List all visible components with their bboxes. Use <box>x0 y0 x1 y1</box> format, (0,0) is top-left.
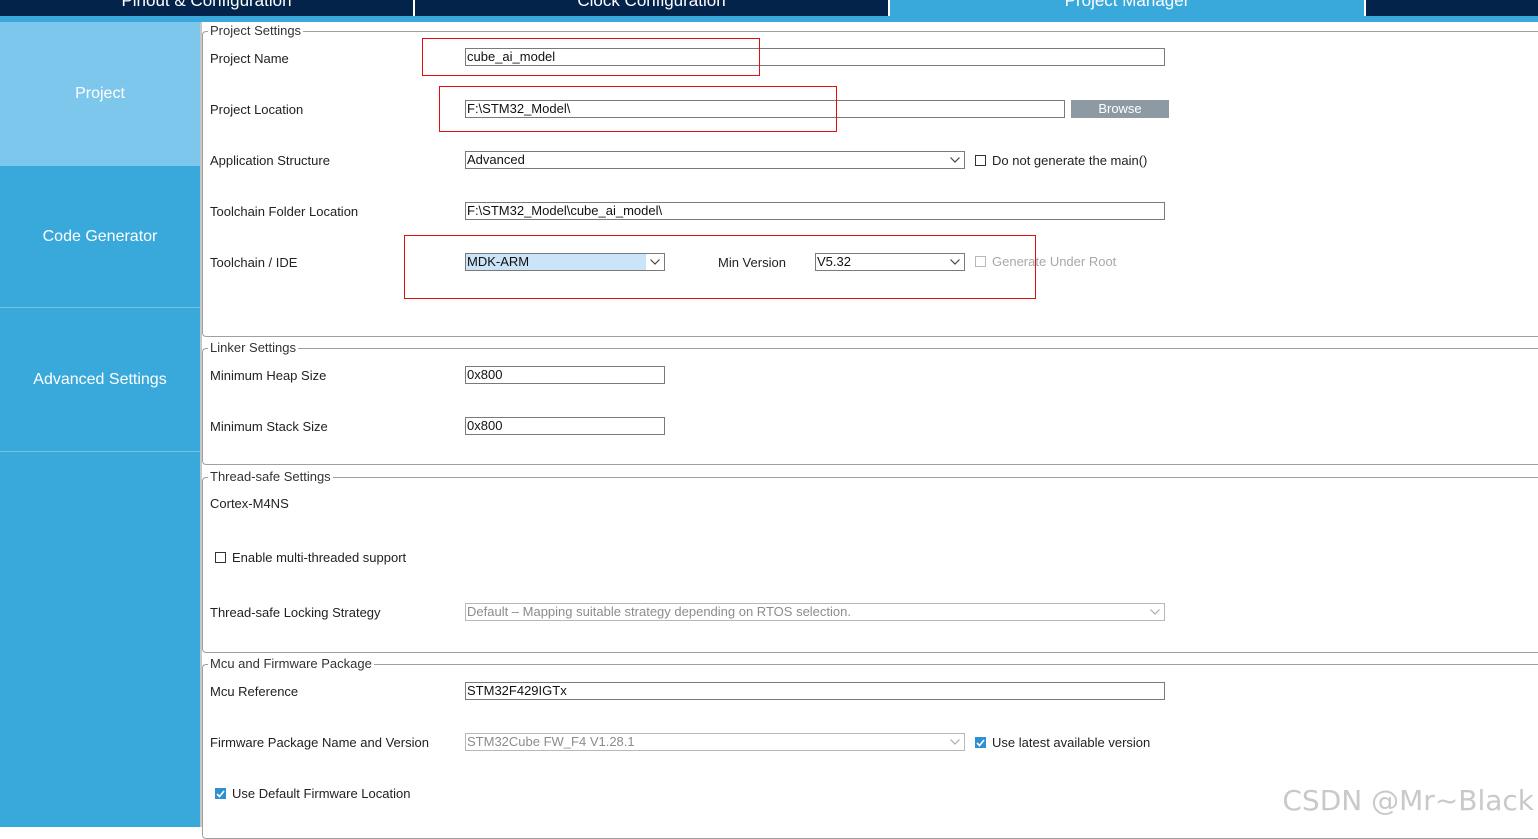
checkbox-label: Generate Under Root <box>992 254 1117 269</box>
locking-strategy-select[interactable]: Default – Mapping suitable strategy depe… <box>465 603 1165 621</box>
group-title: Mcu and Firmware Package <box>208 656 374 672</box>
sidebar-item-project[interactable]: Project <box>0 22 200 166</box>
application-structure-select[interactable]: Advanced <box>465 151 965 169</box>
sidebar-item-label: Advanced Settings <box>33 370 167 388</box>
mcu-reference-input[interactable]: STM32F429IGTx <box>465 682 1165 700</box>
group-title: Thread-safe Settings <box>208 469 333 485</box>
min-version-select[interactable]: V5.32 <box>815 253 965 271</box>
chevron-down-icon <box>646 254 664 270</box>
checkbox-label: Enable multi-threaded support <box>232 550 407 565</box>
chevron-down-icon <box>946 254 964 270</box>
use-latest-version-checkbox[interactable]: Use latest available version <box>975 735 1150 750</box>
no-main-checkbox[interactable]: Do not generate the main() <box>975 153 1147 168</box>
generate-under-root-checkbox[interactable]: Generate Under Root <box>975 254 1116 269</box>
sidebar-item-code-generator[interactable]: Code Generator <box>0 166 200 308</box>
group-title: Project Settings <box>208 23 304 39</box>
locking-strategy-label: Thread-safe Locking Strategy <box>210 605 381 620</box>
tab-underline <box>0 16 1538 22</box>
checkbox-box <box>975 256 986 267</box>
thread-safe-settings-group: Thread-safe Settings <box>202 469 1538 653</box>
application-structure-label: Application Structure <box>210 153 330 168</box>
mcu-reference-label: Mcu Reference <box>210 684 299 699</box>
select-value: Default – Mapping suitable strategy depe… <box>467 604 851 619</box>
checkmark-icon <box>976 738 985 747</box>
select-value: V5.32 <box>817 254 851 269</box>
heap-size-input[interactable]: 0x800 <box>465 366 665 384</box>
checkbox-label: Use Default Firmware Location <box>232 786 411 801</box>
use-default-firmware-location-checkbox[interactable]: Use Default Firmware Location <box>215 786 410 801</box>
checkbox-label: Do not generate the main() <box>992 153 1148 168</box>
firmware-package-select[interactable]: STM32Cube FW_F4 V1.28.1 <box>465 733 965 751</box>
tab-pinout-configuration[interactable]: Pinout & Configuration <box>0 0 413 16</box>
project-settings-group: Project Settings <box>202 23 1538 337</box>
project-name-label: Project Name <box>210 51 289 66</box>
firmware-package-label: Firmware Package Name and Version <box>210 735 429 750</box>
watermark: CSDN @Mr~Black <box>1282 784 1534 817</box>
tab-tools[interactable] <box>1366 0 1538 16</box>
project-location-input[interactable]: F:\STM32_Model\ <box>465 100 1065 118</box>
sidebar-item-advanced-settings[interactable]: Advanced Settings <box>0 308 200 452</box>
checkbox-box <box>215 788 226 799</box>
checkbox-box <box>215 552 226 563</box>
sidebar-item-label: Code Generator <box>42 227 158 245</box>
tab-label: Project Manager <box>1064 0 1190 10</box>
sidebar: Project Code Generator Advanced Settings <box>0 22 200 827</box>
top-tab-bar: Pinout & Configuration Clock Configurati… <box>0 0 1538 22</box>
tab-clock-configuration[interactable]: Clock Configuration <box>415 0 888 16</box>
project-location-label: Project Location <box>210 102 304 117</box>
min-version-label: Min Version <box>718 255 786 270</box>
core-label: Cortex-M4NS <box>210 496 289 511</box>
linker-settings-group: Linker Settings <box>202 340 1538 465</box>
stack-size-input[interactable]: 0x800 <box>465 417 665 435</box>
group-title: Linker Settings <box>208 340 298 356</box>
select-value: STM32Cube FW_F4 V1.28.1 <box>467 734 635 749</box>
checkbox-box <box>975 737 986 748</box>
browse-button[interactable]: Browse <box>1071 100 1169 118</box>
tab-label: Clock Configuration <box>577 0 726 10</box>
multithread-checkbox[interactable]: Enable multi-threaded support <box>215 550 406 565</box>
stack-size-label: Minimum Stack Size <box>210 419 328 434</box>
tab-project-manager[interactable]: Project Manager <box>890 0 1364 16</box>
toolchain-ide-select[interactable]: MDK-ARM <box>465 253 665 271</box>
checkbox-label: Use latest available version <box>992 735 1151 750</box>
select-value: MDK-ARM <box>467 254 530 269</box>
toolchain-folder-label: Toolchain Folder Location <box>210 204 359 219</box>
project-name-input[interactable]: cube_ai_model <box>465 48 1165 66</box>
checkbox-box <box>975 155 986 166</box>
checkmark-icon <box>216 789 225 798</box>
chevron-down-icon <box>946 734 964 750</box>
tab-label: Pinout & Configuration <box>121 0 292 10</box>
heap-size-label: Minimum Heap Size <box>210 368 327 383</box>
toolchain-folder-input[interactable]: F:\STM32_Model\cube_ai_model\ <box>465 202 1165 220</box>
sidebar-item-label: Project <box>75 85 125 102</box>
chevron-down-icon <box>1146 604 1164 620</box>
chevron-down-icon <box>946 152 964 168</box>
toolchain-ide-label: Toolchain / IDE <box>210 255 298 270</box>
select-value: Advanced <box>467 152 525 167</box>
